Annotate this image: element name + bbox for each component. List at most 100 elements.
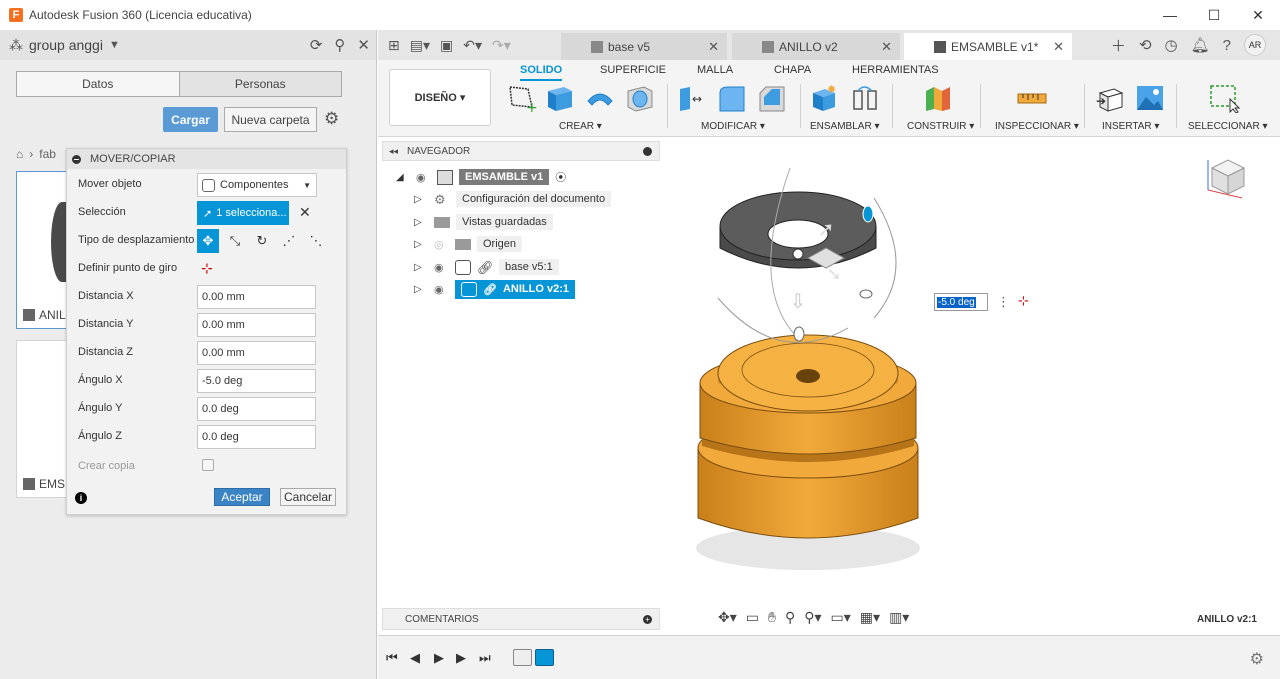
expand-icon[interactable]: ▷	[414, 194, 426, 205]
translate-arrow-icon[interactable]: ➘	[826, 264, 841, 285]
close-tab-icon[interactable]: ✕	[1053, 39, 1064, 55]
press-pull-icon[interactable]: ↔	[676, 83, 708, 113]
chamfer-icon[interactable]	[756, 83, 788, 113]
browser-root[interactable]: ◢ ◉ EMSAMBLE v1 ⦿	[396, 167, 566, 187]
tab-personas[interactable]: Personas	[178, 72, 341, 96]
group-inspeccionar[interactable]: INSPECCIONAR ▾	[995, 121, 1079, 132]
browser-minimize-icon[interactable]	[643, 147, 652, 156]
offset-plane-icon[interactable]	[922, 83, 954, 113]
look-at-icon[interactable]: ▭	[746, 609, 759, 626]
collapse-browser-icon[interactable]: ◂◂	[389, 146, 398, 157]
redo-icon[interactable]: ↷▾	[492, 37, 511, 54]
rotate-handle-icon[interactable]	[793, 326, 805, 342]
browser-item-named-views[interactable]: ▷ Vistas guardadas	[414, 212, 553, 232]
group-construir[interactable]: CONSTRUIR ▾	[907, 121, 974, 132]
pan-icon[interactable]: ✋︎	[768, 609, 776, 626]
design-card-anillo[interactable]: ANIL	[16, 171, 73, 329]
model-3d[interactable]: ➚ ➘ ⇩	[678, 148, 968, 588]
go-to-start-icon[interactable]: ⏮	[386, 650, 398, 666]
new-folder-button[interactable]: Nueva carpeta	[224, 107, 317, 132]
hole-icon[interactable]	[624, 83, 656, 113]
angulo-y-input[interactable]: 0.0 deg	[197, 397, 316, 421]
close-panel-icon[interactable]: ✕	[357, 36, 370, 54]
visibility-icon[interactable]: ◉	[434, 261, 450, 274]
file-icon[interactable]: ▤▾	[410, 37, 430, 54]
distancia-x-input[interactable]: 0.00 mm	[197, 285, 316, 309]
tab-chapa[interactable]: CHAPA	[774, 64, 811, 76]
more-options-icon[interactable]: ⋮	[997, 294, 1010, 310]
insert-canvas-icon[interactable]	[1134, 83, 1166, 113]
group-crear[interactable]: CREAR ▾	[559, 121, 602, 132]
step-back-icon[interactable]: ◀	[410, 650, 420, 666]
select-window-icon[interactable]	[1208, 83, 1240, 113]
breadcrumb-project[interactable]: fab	[39, 147, 56, 161]
group-insertar[interactable]: INSERTAR ▾	[1102, 121, 1159, 132]
visibility-icon[interactable]: ◉	[434, 283, 450, 296]
rotate-icon[interactable]: ↻	[251, 229, 273, 253]
extensions-icon[interactable]: ⟲	[1139, 36, 1152, 54]
add-comment-icon[interactable]: +	[643, 615, 652, 624]
notifications-icon[interactable]: 🔔︎	[1191, 36, 1210, 54]
display-settings-icon[interactable]: ▭▾	[831, 609, 851, 626]
job-status-icon[interactable]: ◷	[1165, 36, 1178, 54]
help-icon[interactable]: ?	[1223, 37, 1231, 54]
create-sketch-icon[interactable]: +	[506, 83, 538, 113]
save-icon[interactable]: ▣	[440, 37, 453, 54]
fillet-icon[interactable]	[716, 83, 748, 113]
avatar[interactable]: AR	[1244, 34, 1266, 56]
browser-item-anillo[interactable]: ▷ ◉ 🔗︎ ANILLO v2:1	[414, 279, 575, 299]
play-icon[interactable]: ▶	[434, 650, 444, 666]
selection-button[interactable]: ➚ 1 selecciona...	[197, 201, 289, 225]
doc-tab-anillo[interactable]: ANILLO v2 ✕	[732, 33, 900, 60]
close-tab-icon[interactable]: ✕	[708, 39, 719, 55]
tab-superficie[interactable]: SUPERFICIE	[600, 64, 666, 76]
mover-objeto-select[interactable]: Componentes ▼	[197, 173, 317, 197]
expand-icon[interactable]: ▷	[414, 217, 426, 228]
base-part[interactable]	[697, 334, 919, 539]
viewcube[interactable]	[1204, 154, 1250, 200]
point-to-position-icon[interactable]: ⋱	[305, 229, 327, 253]
hidden-icon[interactable]: ◎	[434, 238, 450, 251]
gear-icon[interactable]: ⚙	[1250, 649, 1264, 669]
gear-icon[interactable]: ⚙	[324, 109, 339, 129]
angulo-x-input[interactable]: -5.0 deg	[197, 369, 316, 393]
activate-radio-icon[interactable]: ⦿	[555, 169, 566, 185]
viewports-icon[interactable]: ▥▾	[889, 609, 909, 626]
grid-settings-icon[interactable]: ▦▾	[860, 609, 880, 626]
timeline-feature-joint[interactable]	[513, 649, 532, 666]
step-forward-icon[interactable]: ▶	[456, 650, 466, 666]
tab-herramientas[interactable]: HERRAMIENTAS	[852, 64, 939, 76]
home-icon[interactable]: ⌂	[16, 147, 23, 161]
tab-malla[interactable]: MALLA	[697, 64, 733, 76]
pivot-icon[interactable]: ⊹	[1018, 293, 1029, 309]
fit-icon[interactable]: ⚲▾	[804, 609, 821, 626]
translate-icon[interactable]: ⤡	[224, 229, 246, 253]
close-tab-icon[interactable]: ✕	[881, 39, 892, 55]
chevron-down-icon[interactable]: ▼	[109, 39, 120, 51]
tab-datos[interactable]: Datos	[17, 72, 179, 96]
load-button[interactable]: Cargar	[163, 107, 218, 132]
translate-arrow-icon[interactable]: ➚	[818, 217, 835, 241]
cancel-button[interactable]: Cancelar	[280, 488, 336, 506]
design-card-emsamble[interactable]: EMS	[16, 340, 70, 498]
distancia-z-input[interactable]: 0.00 mm	[197, 341, 316, 365]
browser-item-doc-settings[interactable]: ▷ ⚙ Configuración del documento	[414, 189, 612, 209]
collapse-icon[interactable]: ◢	[396, 172, 408, 183]
orbit-icon[interactable]: ✥▾	[718, 609, 737, 626]
timeline-feature-move[interactable]	[535, 649, 554, 666]
translate-arrow-icon[interactable]: ⇩	[790, 289, 807, 313]
browser-item-origin[interactable]: ▷ ◎ Origen	[414, 234, 523, 254]
tab-solido[interactable]: SOLIDO	[520, 64, 563, 81]
rotate-handle-icon[interactable]	[859, 289, 873, 299]
browser-item-base[interactable]: ▷ ◉ 🔗︎ base v5:1	[414, 257, 559, 277]
angulo-z-input[interactable]: 0.0 deg	[197, 425, 316, 449]
extrude-icon[interactable]	[544, 83, 576, 113]
new-component-icon[interactable]: ✸	[809, 83, 841, 113]
doc-tab-base[interactable]: base v5 ✕	[561, 33, 727, 60]
canvas-viewport[interactable]: ◂◂ NAVEGADOR ◢ ◉ EMSAMBLE v1 ⦿ ▷ ⚙ Confi…	[378, 138, 1280, 635]
info-icon[interactable]: i	[75, 492, 87, 504]
measure-icon[interactable]	[1016, 83, 1048, 113]
free-move-icon[interactable]: ✥	[197, 229, 219, 253]
expand-icon[interactable]: ▷	[414, 239, 426, 250]
go-to-end-icon[interactable]: ⏭	[479, 650, 491, 666]
